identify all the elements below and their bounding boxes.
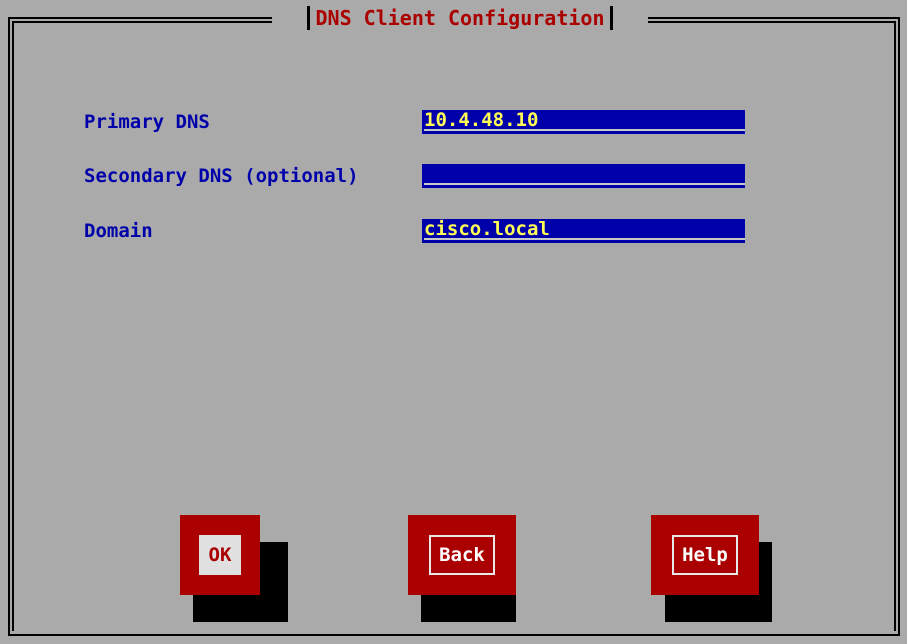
domain-field[interactable] — [422, 219, 749, 243]
secondary-dns-underline — [424, 183, 745, 185]
secondary-dns-input[interactable] — [422, 164, 749, 184]
primary-dns-input[interactable] — [422, 110, 749, 130]
title-left-bar — [306, 6, 310, 30]
dns-client-configuration-dialog: DNS Client Configuration Primary DNS Sec… — [0, 0, 907, 644]
frame-left-inner — [12, 21, 14, 631]
ok-button[interactable]: OK — [180, 515, 260, 595]
secondary-dns-field[interactable] — [422, 164, 749, 188]
domain-underline — [424, 238, 745, 240]
help-button[interactable]: Help — [651, 515, 759, 595]
ok-button-label: OK — [198, 535, 242, 575]
domain-input[interactable] — [422, 219, 749, 239]
help-button-label: Help — [672, 535, 738, 575]
back-button-wrapper: Back — [408, 515, 516, 622]
primary-dns-field[interactable] — [422, 110, 749, 134]
primary-dns-label: Primary DNS — [84, 111, 210, 133]
secondary-dns-label: Secondary DNS (optional) — [84, 165, 359, 187]
frame-bottom — [8, 634, 900, 636]
frame-right-inner — [894, 21, 896, 631]
domain-label: Domain — [84, 220, 153, 242]
back-button[interactable]: Back — [408, 515, 516, 595]
ok-button-wrapper: OK — [180, 515, 288, 622]
primary-dns-underline — [424, 129, 745, 131]
dialog-title-bar: DNS Client Configuration — [272, 4, 648, 32]
help-button-wrapper: Help — [651, 515, 772, 622]
title-right-bar — [610, 6, 614, 30]
dialog-title: DNS Client Configuration — [315, 6, 605, 30]
frame-left-outer — [8, 17, 10, 635]
back-button-label: Back — [429, 535, 495, 575]
frame-right-outer — [898, 17, 900, 635]
